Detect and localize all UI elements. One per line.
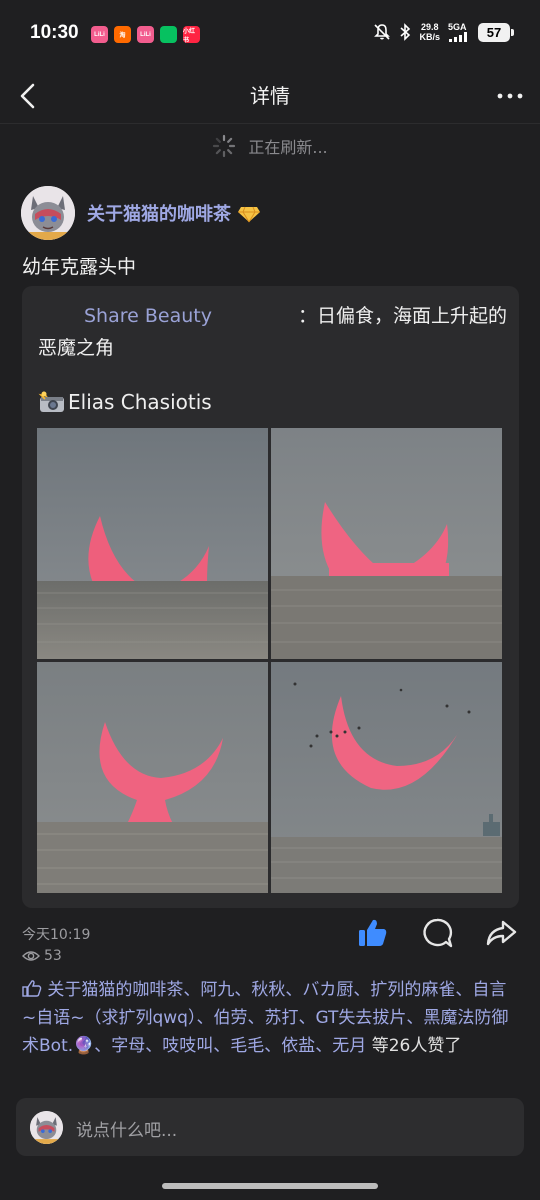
speed-value: 29.8 [420,22,439,32]
mute-icon [374,24,391,40]
page-title: 详情 [250,84,290,108]
more-options-button[interactable] [496,78,526,114]
post-text: 幼年克露头中 [22,256,137,278]
bilibili-app-icon: LiLi [91,26,108,43]
avatar-image [30,1111,63,1144]
bilibili-app-icon-2: LiLi [137,26,154,43]
shared-post-card[interactable]: Share Beauty ：日偏食，海面上升起的恶魔之角 Elias Chasio… [22,286,519,908]
photo-credit-name: Elias Chasiotis [68,390,212,414]
author-name[interactable]: 关于猫猫的咖啡茶 [87,200,231,226]
status-time: 10:30 [30,22,79,43]
comment-input-bar[interactable]: 说点什么吧... [16,1098,524,1156]
my-avatar [30,1111,63,1144]
loading-spinner-icon [213,134,236,158]
home-indicator[interactable] [162,1183,378,1189]
share-source-link[interactable]: Share Beauty [84,305,212,327]
author-avatar[interactable] [21,186,75,240]
thumbs-up-icon [359,919,387,946]
wechat-app-icon [160,26,177,43]
comment-button[interactable] [420,916,454,950]
status-right: 29.8 KB/s 5GA 57 [373,22,514,42]
more-dots-icon [497,93,523,99]
share-content: Share Beauty ：日偏食，海面上升起的恶魔之角 [38,300,508,364]
comment-placeholder[interactable]: 说点什么吧... [76,1116,177,1141]
view-count-value: 53 [44,948,62,964]
photo-1[interactable] [37,428,268,659]
avatar-image [21,186,75,240]
share-arrow-icon [486,920,517,946]
post-time: 今天10:19 [22,927,91,943]
photo-2[interactable] [271,428,502,659]
network-type: 5GA [448,22,467,32]
signal-icon [449,32,467,42]
view-count: 53 [22,948,62,964]
image-grid [37,428,502,893]
diamond-badge-icon [238,206,260,223]
eclipse-photo-3 [37,662,268,893]
status-bar: 10:30 LiLi 淘 LiLi 小红书 29.8 KB/s 5GA 57 [0,0,540,68]
battery-indicator: 57 [478,22,514,42]
thumbs-up-outline-icon [22,980,42,997]
share-button[interactable] [484,916,518,950]
comment-bubble-icon [423,918,453,948]
photo-3[interactable] [37,662,268,893]
eclipse-photo-1 [37,428,268,659]
top-nav-bar: 详情 [0,68,540,124]
refresh-text: 正在刷新... [248,138,328,157]
photo-4[interactable] [271,662,502,893]
like-button[interactable] [356,916,390,950]
xiaohongshu-app-icon: 小红书 [183,26,200,43]
post-actions [356,916,518,950]
refresh-indicator: 正在刷新... [0,132,540,160]
taobao-app-icon: 淘 [114,26,131,43]
likes-summary: 关于猫猫的咖啡茶、阿九、秋秋、バカ厨、扩列的麻雀、自言~自语~（求扩列qwq）、… [22,976,520,1060]
camera-flash-icon [38,391,64,412]
eclipse-photo-2 [271,428,502,659]
photo-credit: Elias Chasiotis [38,390,212,414]
eclipse-photo-4 [271,662,502,893]
bluetooth-icon [400,23,411,41]
network-indicator: 5GA [448,22,470,42]
speed-unit: KB/s [419,32,440,42]
likes-count-text: 等26人赞了 [366,1036,462,1056]
eye-icon [22,951,40,961]
notification-app-icons: LiLi 淘 LiLi 小红书 [91,26,200,43]
network-speed: 29.8 KB/s [419,22,440,42]
author-row: 关于猫猫的咖啡茶 [87,200,261,226]
